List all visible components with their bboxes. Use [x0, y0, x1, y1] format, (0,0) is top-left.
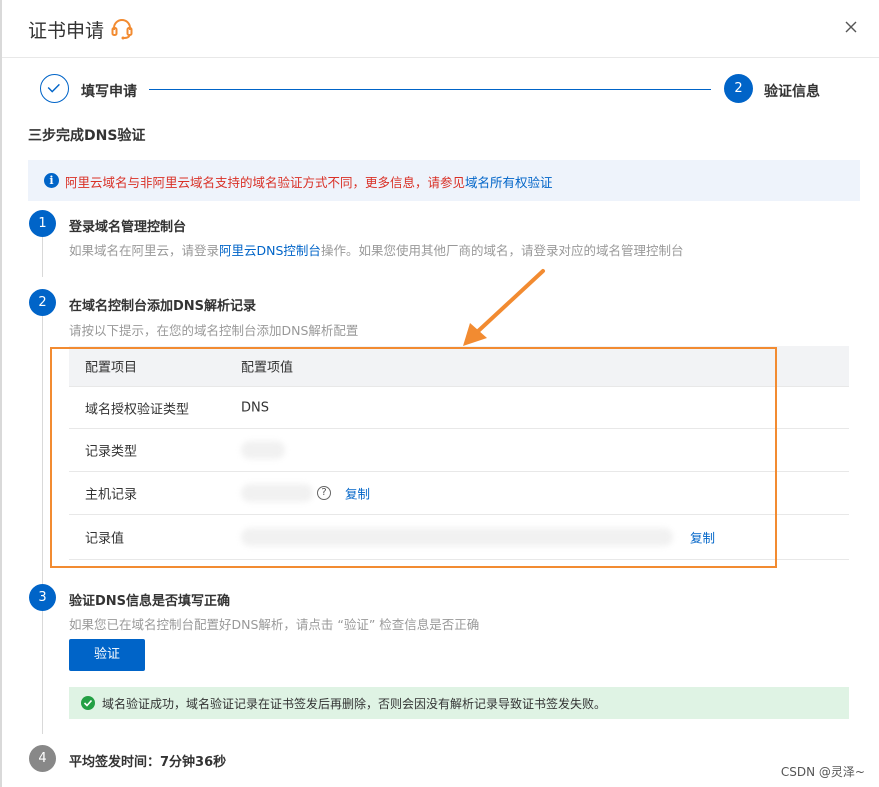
step-connector	[42, 316, 43, 584]
step-3-title: 验证DNS信息是否填写正确	[69, 594, 231, 609]
step-1-title: 登录域名管理控制台	[69, 220, 187, 235]
arrow-annotation	[463, 269, 545, 346]
row-label: 记录类型	[85, 444, 138, 460]
row-label: 域名授权验证类型	[85, 402, 190, 417]
dns-console-link[interactable]: 阿里云DNS控制台	[219, 243, 321, 258]
row-label: 主机记录	[85, 487, 138, 503]
copy-record-value-button[interactable]: 复制	[690, 528, 715, 547]
success-icon	[81, 696, 95, 710]
wizard-step-2-number: 2	[724, 74, 753, 103]
step-1-desc-pre: 如果域名在阿里云，请登录	[69, 243, 220, 258]
dialog-title: 证书申请	[28, 20, 105, 42]
dialog-header: 证书申请	[2, 0, 879, 58]
help-icon[interactable]: ?	[317, 486, 331, 500]
step-2-number: 2	[29, 289, 56, 316]
wizard-steps: 填写申请 2 验证信息	[2, 74, 879, 108]
wizard-step-2-label: 验证信息	[764, 84, 820, 100]
redacted-value	[241, 484, 313, 502]
table-row: 记录类型	[69, 429, 849, 472]
step-4-number: 4	[29, 745, 56, 772]
info-notice: i 阿里云域名与非阿里云域名支持的域名验证方式不同，更多信息，请参见域名所有权验…	[28, 160, 860, 201]
row-value: DNS	[241, 400, 269, 415]
wizard-step-1-check	[40, 74, 69, 103]
header-config-item: 配置项目	[85, 360, 138, 376]
step-2-desc: 请按以下提示，在您的域名控制台添加DNS解析配置	[69, 323, 359, 338]
wizard-connector	[149, 89, 711, 90]
certificate-dialog: 证书申请 填写申请 2 验证信息 三步完成DNS验证 i 阿里云域名与非阿里云域…	[0, 0, 879, 787]
notice-message: 阿里云域名与非阿里云域名支持的域名验证方式不同，更多信息，请参见	[65, 175, 466, 190]
success-text: 域名验证成功，域名验证记录在证书签发后再删除，否则会因没有解析记录导致证书签发失…	[102, 697, 607, 711]
ownership-verify-link[interactable]: 域名所有权验证	[465, 175, 553, 190]
table-row: 记录值 复制	[69, 515, 849, 560]
check-icon	[83, 699, 93, 707]
section-subtitle: 三步完成DNS验证	[28, 128, 146, 144]
step-1-desc: 如果域名在阿里云，请登录阿里云DNS控制台操作。如果您使用其他厂商的域名，请登录…	[69, 240, 683, 259]
step-connector	[42, 237, 43, 277]
step-3-number: 3	[29, 584, 56, 611]
step-1-desc-post: 操作。如果您使用其他厂商的域名，请登录对应的域名管理控制台	[320, 243, 684, 258]
check-icon	[47, 83, 60, 93]
step-3-desc: 如果您已在域名控制台配置好DNS解析，请点击 “验证” 检查信息是否正确	[69, 617, 480, 632]
copy-host-record-button[interactable]: 复制	[345, 484, 370, 503]
verify-button[interactable]: 验证	[69, 639, 145, 671]
header-config-value: 配置项值	[241, 360, 294, 376]
headset-icon[interactable]	[110, 17, 134, 41]
wizard-step-1-label: 填写申请	[81, 84, 137, 100]
table-row: 域名授权验证类型 DNS	[69, 387, 849, 429]
step-connector	[42, 610, 43, 734]
step-4-title: 平均签发时间：7分钟36秒	[69, 755, 227, 770]
redacted-value	[241, 528, 673, 546]
dns-config-table: 配置项目 配置项值 域名授权验证类型 DNS 记录类型 主机记录 ? 复制 记录…	[69, 346, 849, 560]
step-2-title: 在域名控制台添加DNS解析记录	[69, 299, 257, 314]
close-icon[interactable]	[843, 19, 859, 35]
redacted-value	[241, 441, 285, 459]
info-icon: i	[44, 173, 59, 188]
notice-text: 阿里云域名与非阿里云域名支持的域名验证方式不同，更多信息，请参见域名所有权验证	[65, 172, 553, 191]
watermark: CSDN @灵泽~	[780, 765, 865, 779]
table-row: 主机记录 ? 复制	[69, 472, 849, 515]
row-label: 记录值	[85, 531, 125, 547]
success-message: 域名验证成功，域名验证记录在证书签发后再删除，否则会因没有解析记录导致证书签发失…	[69, 687, 849, 719]
step-1-number: 1	[29, 210, 56, 237]
table-header: 配置项目 配置项值	[69, 346, 849, 387]
